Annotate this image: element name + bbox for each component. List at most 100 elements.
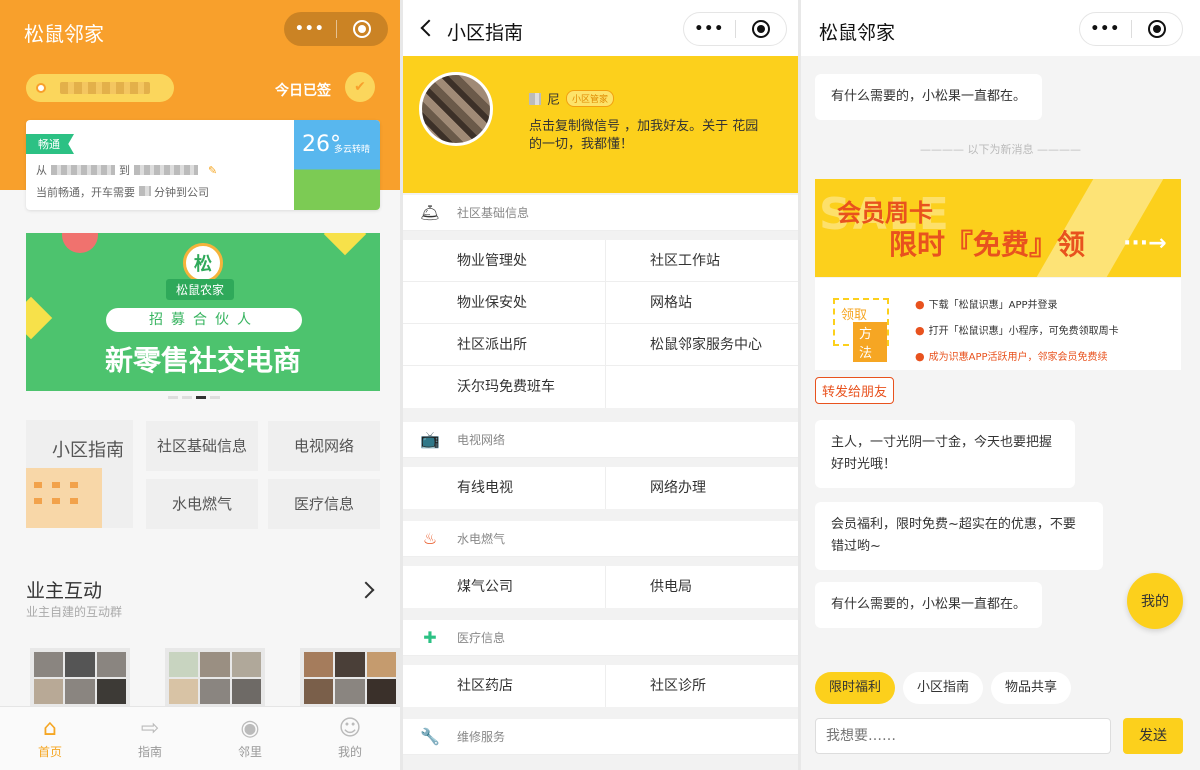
banner-headline: 新零售社交电商 [104,344,301,377]
miniprogram-capsule: ••• [1079,12,1183,46]
promo-subtitle: 限时『免费』领 [889,228,1086,261]
tv-network-list: 有线电视 网络办理 [403,467,798,509]
promo-step: ● 打开「松鼠识惠」小程序，可免费领取周卡 [915,324,1119,337]
to-redacted [134,165,198,175]
list-item[interactable]: 沃尔玛免费班车 [403,366,605,408]
list-item[interactable]: 物业管理处 [403,240,605,281]
back-arrow-icon[interactable] [420,19,438,37]
signpost-icon: ⇨ [140,715,160,741]
more-menu-button[interactable]: ••• [1080,21,1131,37]
target-icon [751,20,770,38]
arrow-right-icon: ···→ [1123,231,1167,256]
guide-tile[interactable]: 小区指南 [26,420,133,528]
chat-bubble: 主人，一寸光阴一寸金，今天也要把握好时光哦！ [815,420,1075,488]
butler-card[interactable]: 尼 小区管家 点击复制微信号 ，加我好友。关于 花园的一切，我都懂！ [403,56,798,193]
send-button[interactable]: 发送 [1123,718,1183,754]
nav-bar: 松鼠邻家 ••• [801,0,1200,56]
utilities-list: 煤气公司 供电局 [403,566,798,608]
list-item[interactable]: 社区诊所 [605,665,798,707]
community-selector[interactable] [26,74,174,102]
edit-pencil-icon[interactable]: ✎ [208,164,217,177]
group-thumbnail[interactable] [30,648,130,708]
chat-screen: 松鼠邻家 ••• 有什么需要的，小松果一直都在。 ———— 以下为新消息 ———… [801,0,1200,770]
list-item[interactable]: 社区派出所 [403,324,605,365]
section-title: 业主互动 [26,580,103,602]
close-miniprogram-button[interactable] [1131,20,1182,38]
to-label: 到 [119,164,130,177]
signin-label[interactable]: 今日已签 [275,80,331,100]
chat-bubble: 有什么需要的，小松果一直都在。 [815,582,1043,628]
chevron-right-icon[interactable] [357,581,375,599]
new-messages-divider: ———— 以下为新消息 ———— [920,143,1081,156]
app-title: 松鼠邻家 [24,22,104,46]
list-item[interactable]: 煤气公司 [403,566,605,608]
utilities-button[interactable]: 水电燃气 [146,479,258,529]
weather-widget: 26° 多云转晴 [294,120,380,210]
from-label: 从 [36,164,47,177]
method-badge: 领取 方法 [833,298,889,362]
close-miniprogram-button[interactable] [735,20,786,38]
list-item[interactable]: 供电局 [605,566,798,608]
medical-cross-icon: ✚ [423,628,437,647]
list-item[interactable]: 社区工作站 [605,240,798,281]
tab-guide[interactable]: ⇨ 指南 [100,707,200,770]
banner-brand: 松鼠农家 [166,279,235,300]
tab-neighbors[interactable]: ◉ 邻里 [200,707,300,770]
carousel-indicator [168,396,220,399]
more-menu-button[interactable]: ••• [284,21,336,37]
list-item[interactable]: 有线电视 [403,467,605,509]
user-icon: ☺ [338,715,362,741]
promo-banner[interactable]: SALE 会员周卡 限时『免费』领 ···→ [815,179,1181,277]
chat-bubble: 会员福利，限时免费~超实在的优惠，不要错过哟~ [815,502,1103,570]
share-button[interactable]: 转发给朋友 [815,377,895,404]
tab-home[interactable]: ⌂ 首页 [0,707,100,770]
guide-screen: 小区指南 ••• 尼 小区管家 点击复制微信号 ，加我好友。关于 花园的一切，我… [403,0,798,770]
category-medical: ✚ 医疗信息 [403,620,798,656]
medical-list: 社区药店 社区诊所 [403,665,798,707]
home-screen: 松鼠邻家 ••• 今日已签 ✔ 畅通 从 到 ✎ 当前畅通，开车需要 分钟到公司… [0,0,400,770]
traffic-card[interactable]: 畅通 从 到 ✎ 当前畅通，开车需要 分钟到公司 26° 多云转晴 [26,120,380,210]
weather-desc: 多云转晴 [334,145,371,155]
list-item-empty [605,366,798,408]
group-thumbnail[interactable] [165,648,265,708]
bell-icon: 🛎 [419,203,441,222]
category-utilities: ♨ 水电燃气 [403,521,798,557]
tip-prefix: 当前畅通，开车需要 [36,186,135,199]
list-item[interactable]: 社区药店 [403,665,605,707]
message-input[interactable] [815,718,1111,754]
medical-button[interactable]: 医疗信息 [268,479,380,529]
mine-float-button[interactable]: 我的 [1127,573,1183,629]
list-item[interactable]: 网络办理 [605,467,798,509]
input-bar: 发送 [801,712,1200,770]
page-title: 松鼠邻家 [819,22,896,44]
chip-guide[interactable]: 小区指南 [903,672,984,704]
nav-bar: 小区指南 ••• [403,0,798,56]
from-redacted [51,165,115,175]
banner-pill: 招募合伙人 [106,308,302,332]
page-title: 小区指南 [447,22,524,44]
tv-network-button[interactable]: 电视网络 [268,421,380,471]
calendar-check-icon[interactable]: ✔ [345,72,375,102]
tab-mine[interactable]: ☺ 我的 [300,707,400,770]
chip-limited-offer[interactable]: 限时福利 [815,672,896,704]
community-info-button[interactable]: 社区基础信息 [146,421,258,471]
more-menu-button[interactable]: ••• [684,21,735,37]
quick-reply-chips: 限时福利 小区指南 物品共享 [815,672,1072,704]
flame-icon: ♨ [422,529,438,548]
avatar [419,72,493,146]
list-item[interactable]: 松鼠邻家服务中心 [605,324,798,365]
group-thumbnail[interactable] [300,648,400,708]
miniprogram-capsule: ••• [284,12,388,46]
list-item[interactable]: 网格站 [605,282,798,323]
list-item[interactable]: 物业保安处 [403,282,605,323]
route-line: 从 到 ✎ [36,162,217,178]
traffic-status-tag: 畅通 [26,134,74,154]
building-icon [26,468,102,528]
promo-banner[interactable]: 松 松鼠农家 招募合伙人 新零售社交电商 [26,233,380,391]
chip-item-share[interactable]: 物品共享 [991,672,1072,704]
bottom-tab-bar: ⌂ 首页 ⇨ 指南 ◉ 邻里 ☺ 我的 [0,706,400,770]
chat-bubble: 有什么需要的，小松果一直都在。 [815,74,1043,120]
butler-intro[interactable]: 点击复制微信号 ，加我好友。关于 花园的一切，我都懂！ [529,118,759,154]
close-miniprogram-button[interactable] [336,20,388,38]
route-tip: 当前畅通，开车需要 分钟到公司 [36,184,209,200]
